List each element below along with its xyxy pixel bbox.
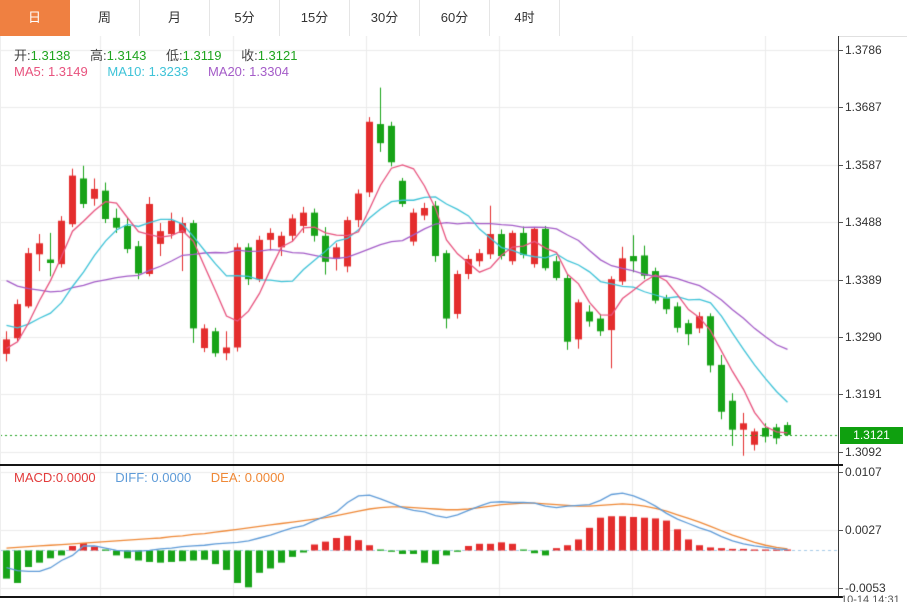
tab-4hour[interactable]: 4时 xyxy=(490,0,560,36)
macd-legend-row: MACD:0.0000 DIFF: 0.0000 DEA: 0.0000 xyxy=(14,470,285,485)
ohlc-legend-row: 开:1.3138 高:1.3143 低:1.3119 收:1.3121 xyxy=(14,45,297,64)
tab-day[interactable]: 日 xyxy=(0,0,70,36)
price-tick-1.3389-tick xyxy=(839,280,843,281)
price-tick-1.3092: 1.3092 xyxy=(845,445,882,459)
tab-month[interactable]: 月 xyxy=(140,0,210,36)
tab-5min[interactable]: 5分 xyxy=(210,0,280,36)
open-value: 1.3138 xyxy=(31,48,71,63)
price-tick-1.3389: 1.3389 xyxy=(845,273,882,287)
price-tick-1.3290-tick xyxy=(839,337,843,338)
chart-bottom-border xyxy=(0,596,843,598)
diff-label-value: DIFF: 0.0000 xyxy=(115,470,191,485)
price-tick-1.3191: 1.3191 xyxy=(845,387,882,401)
ma20-label-value: MA20: 1.3304 xyxy=(208,64,289,79)
chart-left-border xyxy=(0,36,1,596)
y-axis-line xyxy=(838,36,839,597)
timeframe-tab-bar: 日 周 月 5分 15分 30分 60分 4时 xyxy=(0,0,907,37)
low-value: 1.3119 xyxy=(183,48,222,63)
price-tick-1.3786-tick xyxy=(839,50,843,51)
tab-60min[interactable]: 60分 xyxy=(420,0,490,36)
current-price-tag: 1.3121 xyxy=(840,427,903,444)
ma-legend-row: MA5: 1.3149 MA10: 1.3233 MA20: 1.3304 xyxy=(14,64,289,79)
price-tick-1.3687: 1.3687 xyxy=(845,100,882,114)
price-tick-1.3488: 1.3488 xyxy=(845,215,882,229)
main-price-chart-canvas[interactable] xyxy=(0,36,838,464)
close-value: 1.3121 xyxy=(258,48,298,63)
macd-tick-0.0027-tick xyxy=(839,530,843,531)
price-tick-1.3092-tick xyxy=(839,452,843,453)
macd-tick--0.0053: -0.0053 xyxy=(845,581,886,595)
tab-week[interactable]: 周 xyxy=(70,0,140,36)
high-label: 高: xyxy=(90,48,107,63)
price-tick-1.3488-tick xyxy=(839,222,843,223)
open-label: 开: xyxy=(14,48,31,63)
price-tick-1.3786: 1.3786 xyxy=(845,43,882,57)
macd-label-value: MACD:0.0000 xyxy=(14,470,96,485)
low-label: 低: xyxy=(166,48,183,63)
price-tick-1.3290: 1.3290 xyxy=(845,330,882,344)
panel-divider-line xyxy=(0,464,843,466)
price-tick-1.3191-tick xyxy=(839,394,843,395)
close-label: 收: xyxy=(241,48,258,63)
macd-tick-0.0027: 0.0027 xyxy=(845,523,882,537)
macd-indicator-canvas[interactable] xyxy=(0,466,838,598)
price-tick-1.3587: 1.3587 xyxy=(845,158,882,172)
high-value: 1.3143 xyxy=(107,48,147,63)
price-tick-1.3687-tick xyxy=(839,107,843,108)
bottom-partial-timestamp: 10-14 14:31 xyxy=(841,594,905,602)
tab-15min[interactable]: 15分 xyxy=(280,0,350,36)
macd-tick-0.0107-tick xyxy=(839,472,843,473)
tab-30min[interactable]: 30分 xyxy=(350,0,420,36)
ma5-label-value: MA5: 1.3149 xyxy=(14,64,88,79)
macd-tick-0.0107: 0.0107 xyxy=(845,465,882,479)
ma10-label-value: MA10: 1.3233 xyxy=(107,64,188,79)
macd-tick--0.0053-tick xyxy=(839,588,843,589)
price-tick-1.3587-tick xyxy=(839,165,843,166)
dea-label-value: DEA: 0.0000 xyxy=(211,470,285,485)
